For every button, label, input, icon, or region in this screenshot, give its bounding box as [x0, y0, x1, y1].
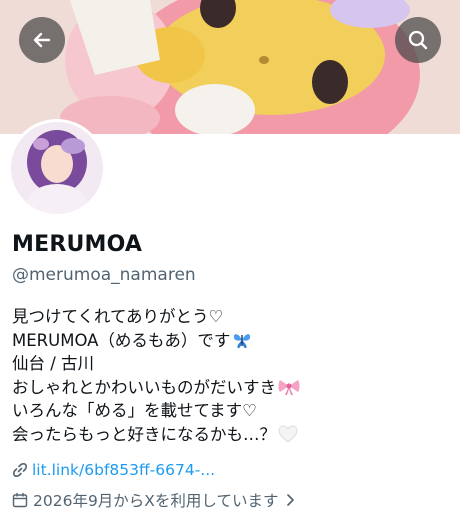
display-name: MERUMOA	[12, 232, 143, 257]
bio-line: 見つけてくれてありがとう♡	[12, 307, 224, 326]
joined-date[interactable]: 2026年9月からXを利用しています	[12, 489, 295, 511]
bio-line-with-emoji: 会ったらもっと好きになるかも…？	[12, 423, 300, 447]
bio-line: おしゃれとかわいいものがだいすき	[12, 377, 276, 397]
avatar-image	[11, 122, 103, 214]
username-handle: @merumoa_namaren	[12, 265, 196, 285]
chevron-right-icon	[287, 494, 295, 506]
search-icon	[408, 30, 428, 50]
white-heart-emoji-icon	[278, 424, 298, 443]
bio-line: いろんな「める」を載せてます♡	[12, 401, 257, 420]
link-text[interactable]: lit.link/6bf853ff-6674-...	[32, 461, 215, 479]
back-button[interactable]	[19, 17, 65, 63]
joined-text: 2026年9月からXを利用しています	[33, 492, 279, 510]
bio-line: MERUMOA（めるもあ）です	[12, 330, 231, 350]
bio-line-with-emoji: MERUMOA（めるもあ）です	[12, 329, 300, 353]
banner-image	[0, 0, 460, 134]
avatar[interactable]	[8, 119, 106, 217]
bio-line: 仙台 / 古川	[12, 354, 95, 373]
ribbon-emoji-icon	[278, 379, 300, 395]
bio-line: 会ったらもっと好きになるかも…？	[12, 424, 276, 444]
profile-link[interactable]: lit.link/6bf853ff-6674-...	[12, 461, 215, 479]
bio-line-with-emoji: おしゃれとかわいいものがだいすき	[12, 376, 300, 400]
calendar-icon	[12, 492, 28, 508]
search-button[interactable]	[395, 17, 441, 63]
butterfly-emoji-icon	[234, 333, 251, 348]
profile-banner[interactable]	[0, 0, 460, 134]
link-icon	[13, 463, 27, 477]
arrow-left-icon	[33, 32, 51, 48]
bio: 見つけてくれてありがとう♡ MERUMOA（めるもあ）です 仙台 / 古川 おし…	[12, 305, 300, 446]
